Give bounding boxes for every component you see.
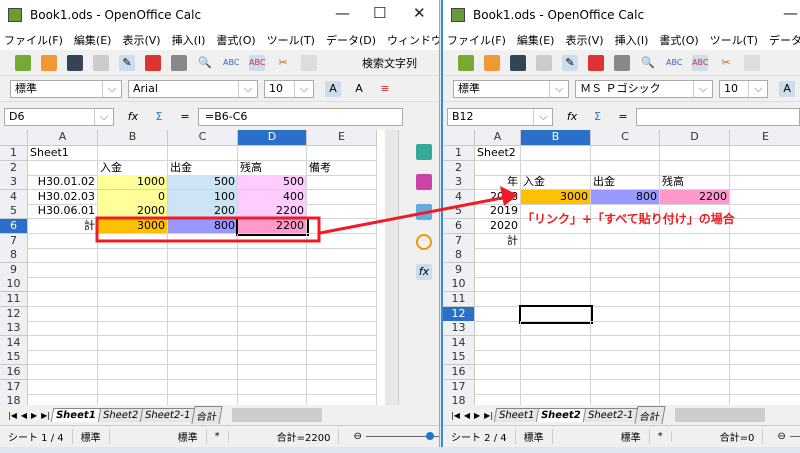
arrow-head — [500, 186, 518, 206]
annotation-text: 「リンク」+「すべて貼り付け」の場合 — [522, 212, 735, 226]
arrow-line — [319, 194, 513, 235]
highlight-box — [95, 216, 321, 243]
